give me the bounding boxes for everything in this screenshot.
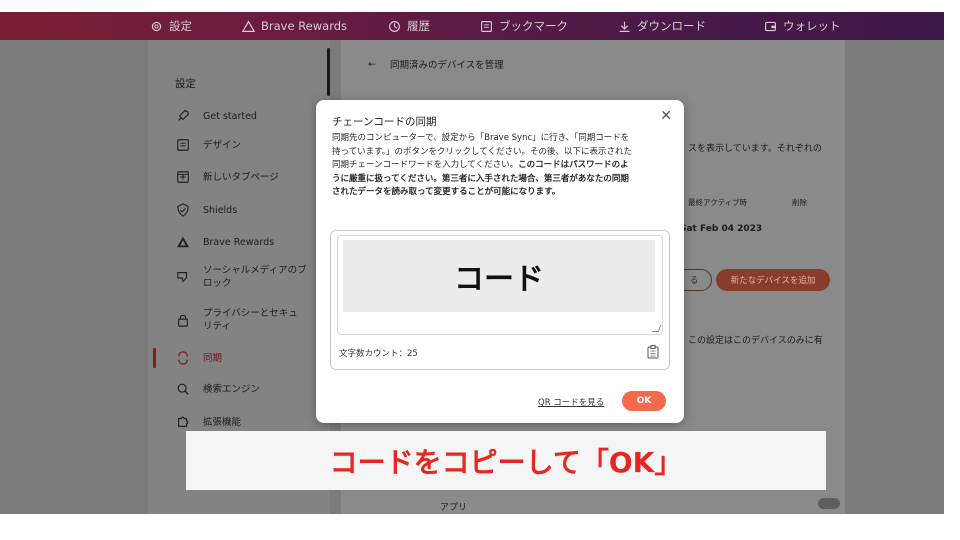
- resize-handle-icon[interactable]: [651, 325, 662, 332]
- download-icon: [619, 21, 630, 32]
- bookmark-icon: [481, 20, 492, 32]
- sync-icon: [175, 350, 191, 366]
- nav-history[interactable]: 履歴: [388, 12, 430, 40]
- top-nav-bar: 設定 Brave Rewards 履歴 ブックマーク ダウンロード ウォレット: [0, 12, 944, 40]
- qr-code-link[interactable]: QR コードを見る: [538, 396, 604, 408]
- sidebar-item-label: Get started: [203, 110, 257, 122]
- nav-bookmarks[interactable]: ブックマーク: [480, 12, 568, 40]
- code-container: コード 文字数カウント：25: [330, 230, 670, 370]
- rocket-icon: [175, 108, 191, 124]
- sidebar-item-new-tab[interactable]: 新しいタブページ: [175, 169, 323, 185]
- nav-settings-label: 設定: [169, 19, 192, 33]
- triangle-icon: [175, 234, 191, 250]
- active-indicator: [153, 348, 156, 368]
- shield-icon: [175, 202, 191, 218]
- sidebar-item-label: 新しいタブページ: [203, 171, 279, 183]
- sidebar-item-label: Shields: [203, 204, 238, 216]
- devices-description: スを表示しています。それぞれの: [688, 144, 822, 154]
- chain-code-textarea[interactable]: コード: [337, 235, 663, 335]
- history-icon: [389, 20, 400, 32]
- back-arrow-icon[interactable]: ←: [368, 59, 376, 70]
- nav-settings[interactable]: 設定: [150, 12, 192, 40]
- nav-downloads[interactable]: ダウンロード: [618, 12, 706, 40]
- sync-chain-code-dialog: チェーンコードの同期 ✕ 同期先のコンピューターで、設定から「Brave Syn…: [316, 100, 684, 423]
- puzzle-icon: [175, 414, 191, 430]
- dialog-description: 同期先のコンピューターで、設定から「Brave Sync」に行き、「同期コードを…: [332, 132, 632, 200]
- sidebar-scrollbar[interactable]: [327, 48, 330, 96]
- back-row[interactable]: ← 同期済みのデバイスを管理: [368, 57, 504, 72]
- character-count: 文字数カウント：25: [339, 349, 418, 359]
- nav-history-label: 履歴: [407, 19, 430, 33]
- nav-bookmarks-label: ブックマーク: [499, 19, 568, 33]
- close-icon[interactable]: ✕: [660, 108, 672, 124]
- sidebar-item-design[interactable]: デザイン: [175, 137, 323, 153]
- sidebar-item-privacy-security[interactable]: プライバシーとセキュ リティ: [175, 307, 323, 333]
- ok-button[interactable]: OK: [622, 391, 666, 411]
- copy-icon[interactable]: [647, 345, 659, 359]
- wallet-icon: [765, 21, 776, 31]
- sidebar-item-shields[interactable]: Shields: [175, 202, 323, 218]
- sidebar-item-label: ソーシャルメディアのブ ロック: [203, 265, 307, 289]
- sidebar-item-label: 同期: [203, 352, 223, 364]
- col-last-active: 最終アクティブ時: [688, 198, 748, 207]
- bottom-strip: [0, 514, 960, 540]
- sidebar-item-label: デザイン: [203, 139, 242, 151]
- col-delete: 削除: [792, 198, 807, 207]
- sidebar-item-label: プライバシーとセキュ リティ: [203, 308, 298, 332]
- triangle-icon: [242, 19, 255, 32]
- nav-wallet-label: ウォレット: [783, 19, 841, 33]
- instruction-caption: コードをコピーして「OK」: [186, 431, 826, 490]
- sidebar-item-label: 検索エンジン: [203, 383, 261, 395]
- new-tab-icon: [175, 169, 191, 185]
- sidebar-item-social-blocking[interactable]: ソーシャルメディアのブ ロック: [175, 264, 323, 290]
- gear-icon: [151, 21, 162, 31]
- sidebar-item-get-started[interactable]: Get started: [175, 108, 323, 124]
- sidebar-item-extensions[interactable]: 拡張機能: [175, 414, 323, 430]
- sidebar-item-sync[interactable]: 同期: [175, 350, 323, 366]
- sidebar-item-brave-rewards[interactable]: Brave Rewards: [175, 234, 323, 250]
- last-active-value: Sat Feb 04 2023: [680, 224, 763, 234]
- lock-icon: [175, 312, 191, 328]
- design-icon: [175, 137, 191, 153]
- sidebar-item-label: Brave Rewards: [203, 236, 275, 248]
- sidebar-item-search-engine[interactable]: 検索エンジン: [175, 381, 323, 397]
- thumbs-down-icon: [175, 269, 191, 285]
- back-label: 同期済みのデバイスを管理: [389, 60, 504, 71]
- nav-downloads-label: ダウンロード: [637, 19, 706, 33]
- apps-toggle[interactable]: [818, 498, 840, 509]
- add-device-button[interactable]: 新たなデバイスを追加: [716, 269, 830, 291]
- nav-brave-rewards-label: Brave Rewards: [261, 19, 348, 33]
- dialog-title: チェーンコードの同期: [332, 116, 437, 128]
- setting-note: この設定はこのデバイスのみに有: [688, 336, 823, 346]
- code-placeholder: コード: [343, 240, 655, 312]
- nav-wallet[interactable]: ウォレット: [764, 12, 841, 40]
- sidebar-title: 設定: [175, 78, 196, 90]
- nav-brave-rewards[interactable]: Brave Rewards: [242, 12, 347, 40]
- search-icon: [175, 381, 191, 397]
- apps-label: アプリ: [440, 503, 468, 513]
- sidebar-item-label: 拡張機能: [203, 416, 242, 428]
